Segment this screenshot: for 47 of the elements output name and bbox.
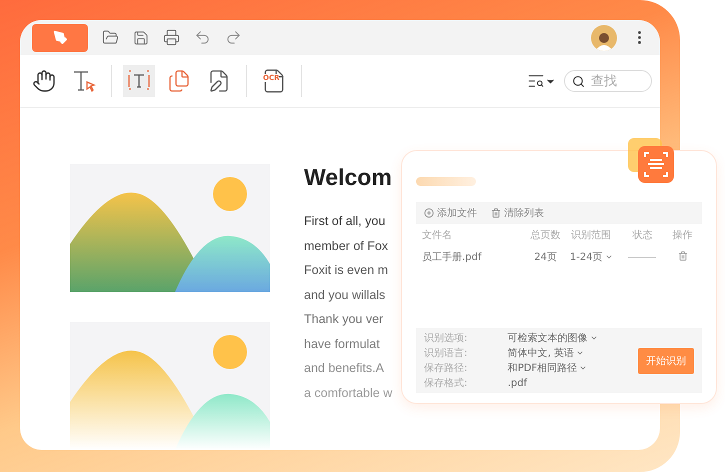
option-label: 识别选项: <box>424 332 468 345</box>
document-text-line: member of Fox <box>304 238 390 254</box>
pen-nib-icon <box>52 30 68 46</box>
tool-button[interactable] <box>123 65 155 98</box>
document-text-line: First of all, you <box>304 213 386 230</box>
copy-files-icon <box>167 69 191 94</box>
save-icon[interactable] <box>133 30 149 46</box>
add-icon <box>424 208 434 218</box>
document-text-line: Thank you ver <box>304 311 384 328</box>
hand-icon <box>32 69 56 94</box>
page-count-cell-text: 24页 <box>533 251 558 265</box>
document-text-line: and you willals <box>304 286 386 304</box>
option-dropdown[interactable]: 可检索文本的图像 <box>508 331 632 345</box>
start-button[interactable]: 开始识别 <box>638 348 694 374</box>
caret-icon <box>604 253 613 261</box>
option-value: .pdf <box>508 376 528 390</box>
redo-icon[interactable] <box>225 29 242 46</box>
trash-icon <box>491 208 501 218</box>
action-button[interactable]: 添加文件 <box>424 206 477 220</box>
document-text-line: have formulat <box>304 336 381 352</box>
option-dropdown[interactable]: 简体中文, 英语 <box>508 346 632 360</box>
column-header: 总页数 <box>530 228 562 243</box>
column-header: 操作 <box>672 229 694 243</box>
option-label: 保存路径: <box>424 362 468 375</box>
range-dropdown[interactable]: 1-24页 <box>567 246 616 268</box>
document-text-line: a comfortable w <box>304 384 392 402</box>
document-heading: Welcom <box>304 164 392 191</box>
avatar[interactable] <box>591 24 617 51</box>
print-icon[interactable] <box>163 29 180 46</box>
file-name-cell-text: 员工手册.pdf <box>422 250 483 265</box>
document-text-line: Foxit is even m <box>304 262 390 279</box>
logo-button[interactable] <box>32 24 88 52</box>
option-label: 保存格式: <box>424 376 468 390</box>
option-dropdown[interactable]: 和PDF相同路径 <box>508 361 632 375</box>
document-text-line: and benefits.A <box>304 360 385 377</box>
action-button[interactable]: 清除列表 <box>491 206 544 220</box>
delete-icon[interactable] <box>678 250 688 260</box>
column-header: 识别范围 <box>570 228 612 243</box>
column-header: 文件名 <box>422 228 453 243</box>
search-icon <box>572 75 585 88</box>
column-header: 状态 <box>631 228 654 243</box>
status-line <box>628 256 656 258</box>
search-field[interactable]: 查找 <box>564 70 652 92</box>
undo-icon[interactable] <box>194 29 211 46</box>
option-label: 识别语言: <box>424 346 468 360</box>
open-folder-icon[interactable] <box>102 29 119 46</box>
title-bar-placeholder <box>416 177 476 186</box>
